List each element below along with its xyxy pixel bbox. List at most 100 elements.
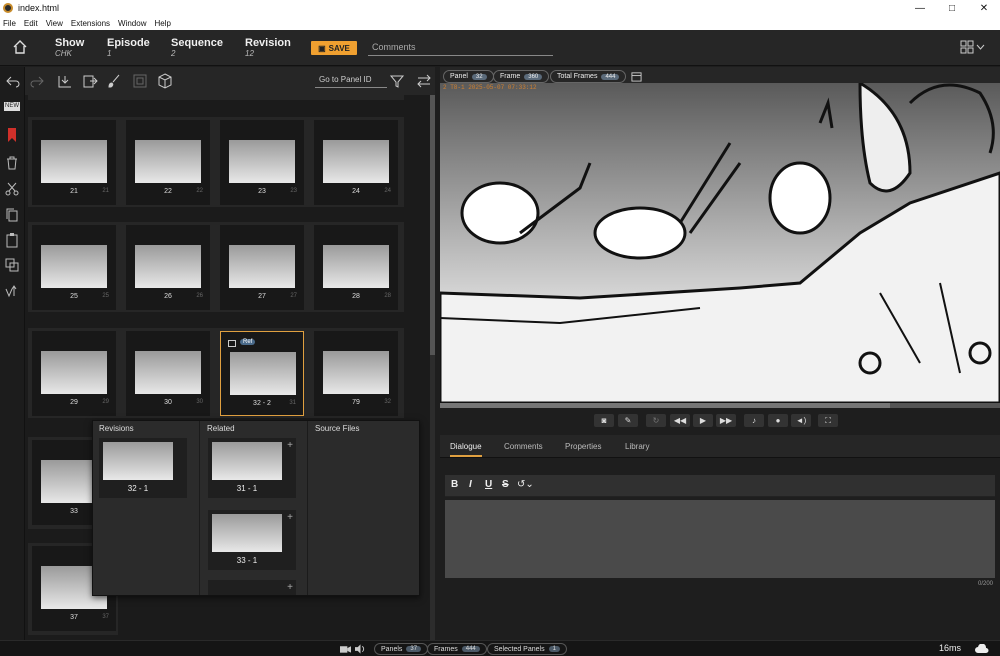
trash-icon[interactable] xyxy=(4,155,20,171)
export-icon[interactable] xyxy=(82,73,98,89)
cube-icon[interactable] xyxy=(157,73,173,89)
panel-counter: Panel 32 xyxy=(443,70,494,83)
microphone-icon[interactable]: ♪ xyxy=(744,414,764,427)
fast-forward-icon[interactable]: ▶▶ xyxy=(716,414,736,427)
menu-view[interactable]: View xyxy=(46,19,63,28)
panel-card-selected[interactable]: Ref 32 - 2 31 xyxy=(220,331,304,416)
panel-duration: 21 xyxy=(102,188,109,194)
panel-duration: 30 xyxy=(196,399,203,405)
maximize-button[interactable]: □ xyxy=(936,3,968,14)
save-button[interactable]: ▣ SAVE xyxy=(311,41,357,55)
panels-status-count: 37 xyxy=(406,646,422,652)
editor-toolbar: B I U S ↺⌄ xyxy=(445,475,995,497)
paste-icon[interactable] xyxy=(4,232,20,248)
tool-dock: NEW xyxy=(0,67,25,640)
panel-thumbnail xyxy=(323,245,389,288)
tab-dialogue[interactable]: Dialogue xyxy=(450,442,482,457)
viewer-timecode: 2 T8-1 2025-05-07 07:33:12 xyxy=(443,84,537,91)
brush-icon[interactable] xyxy=(106,73,122,89)
tab-comments[interactable]: Comments xyxy=(504,442,543,451)
menu-edit[interactable]: Edit xyxy=(24,19,38,28)
bold-icon[interactable]: B xyxy=(451,479,458,490)
home-icon[interactable] xyxy=(12,39,28,55)
panel-thumbnail xyxy=(41,351,107,394)
swap-icon[interactable] xyxy=(416,73,432,89)
dialogue-editor[interactable] xyxy=(445,500,995,578)
panel-card[interactable]: 79 32 xyxy=(314,331,398,416)
comment-icon[interactable]: ◙ xyxy=(594,414,614,427)
related-card[interactable]: 31 - 1 + xyxy=(208,438,296,498)
add-related-icon[interactable]: + xyxy=(287,582,293,593)
version-icon[interactable] xyxy=(4,283,20,299)
panel-thumbnail xyxy=(229,140,295,183)
italic-icon[interactable]: I xyxy=(469,479,472,490)
close-button[interactable]: ✕ xyxy=(968,3,1000,14)
revision-card[interactable]: 32 - 1 xyxy=(99,438,187,498)
frame-icon[interactable] xyxy=(132,73,148,89)
panel-card[interactable]: 28 28 xyxy=(314,225,398,310)
add-related-icon[interactable]: + xyxy=(287,440,293,451)
revision-field: Revision 12 xyxy=(245,37,291,58)
menu-window[interactable]: Window xyxy=(118,19,146,28)
revision-label: 32 - 1 xyxy=(127,484,149,493)
tab-properties[interactable]: Properties xyxy=(565,442,601,451)
frame-counter: Frame 360 xyxy=(493,70,550,83)
window-titlebar: index.html — □ ✕ xyxy=(0,0,1000,16)
scissors-icon[interactable] xyxy=(4,181,20,197)
panel-card[interactable]: 29 29 xyxy=(32,331,116,416)
panel-card[interactable]: 25 25 xyxy=(32,225,116,310)
calendar-icon[interactable] xyxy=(631,71,642,82)
copy-icon[interactable] xyxy=(4,207,20,223)
goto-panel-input[interactable]: Go to Panel ID xyxy=(315,73,387,88)
speaker-icon[interactable]: ◄) xyxy=(791,414,811,427)
grid-view-icon[interactable] xyxy=(960,40,986,54)
redo-icon[interactable] xyxy=(29,73,45,89)
comments-input[interactable]: Comments xyxy=(368,40,553,56)
panel-card[interactable]: 24 24 xyxy=(314,120,398,205)
related-card[interactable]: + xyxy=(208,580,296,595)
panel-card[interactable]: 22 22 xyxy=(126,120,210,205)
play-icon[interactable]: ▶ xyxy=(693,414,713,427)
menu-file[interactable]: File xyxy=(3,19,16,28)
panel-card[interactable]: 23 23 xyxy=(220,120,304,205)
panel-card[interactable]: 30 30 xyxy=(126,331,210,416)
frame-counter-label: Frame xyxy=(500,73,521,80)
related-thumbnail xyxy=(212,442,282,480)
panel-card[interactable]: 27 27 xyxy=(220,225,304,310)
revisions-title: Revisions xyxy=(99,424,134,433)
panel-duration: 24 xyxy=(384,188,391,194)
panel-thumbnail xyxy=(323,351,389,394)
insert-panel-icon[interactable] xyxy=(57,73,73,89)
save-label: SAVE xyxy=(328,43,350,53)
minimize-button[interactable]: — xyxy=(904,3,936,14)
panel-counter-label: Panel xyxy=(450,73,468,80)
strikethrough-icon[interactable]: S xyxy=(502,479,509,490)
volume-icon[interactable] xyxy=(355,644,366,654)
camera-icon[interactable] xyxy=(340,644,351,654)
add-related-icon[interactable]: + xyxy=(287,512,293,523)
loop-icon[interactable]: ↻ xyxy=(646,414,666,427)
panel-card[interactable]: 26 26 xyxy=(126,225,210,310)
bookmark-icon[interactable] xyxy=(4,127,20,143)
menu-extensions[interactable]: Extensions xyxy=(71,19,110,28)
frame-counter-value: 360 xyxy=(524,73,543,80)
undo-icon[interactable] xyxy=(5,73,21,89)
duplicate-icon[interactable] xyxy=(4,257,20,273)
rewind-icon[interactable]: ◀◀ xyxy=(670,414,690,427)
related-card[interactable]: 33 - 1 + xyxy=(208,510,296,570)
underline-icon[interactable]: U xyxy=(485,479,492,490)
tab-library[interactable]: Library xyxy=(625,442,649,451)
cloud-icon[interactable] xyxy=(975,644,989,654)
pencil-icon[interactable]: ✎ xyxy=(618,414,638,427)
app-icon xyxy=(3,3,13,13)
new-icon[interactable]: NEW xyxy=(4,102,20,111)
history-icon[interactable]: ↺⌄ xyxy=(517,479,534,490)
panel-card[interactable]: 21 21 xyxy=(32,120,116,205)
fullscreen-icon[interactable]: ⛶ xyxy=(818,414,838,427)
storyboard-viewer[interactable] xyxy=(440,83,1000,403)
filter-icon[interactable] xyxy=(389,73,405,89)
record-icon[interactable]: ● xyxy=(768,414,788,427)
source-files-column: Source Files xyxy=(309,421,419,595)
grid-scrollbar-thumb[interactable] xyxy=(430,95,435,355)
menu-help[interactable]: Help xyxy=(154,19,170,28)
